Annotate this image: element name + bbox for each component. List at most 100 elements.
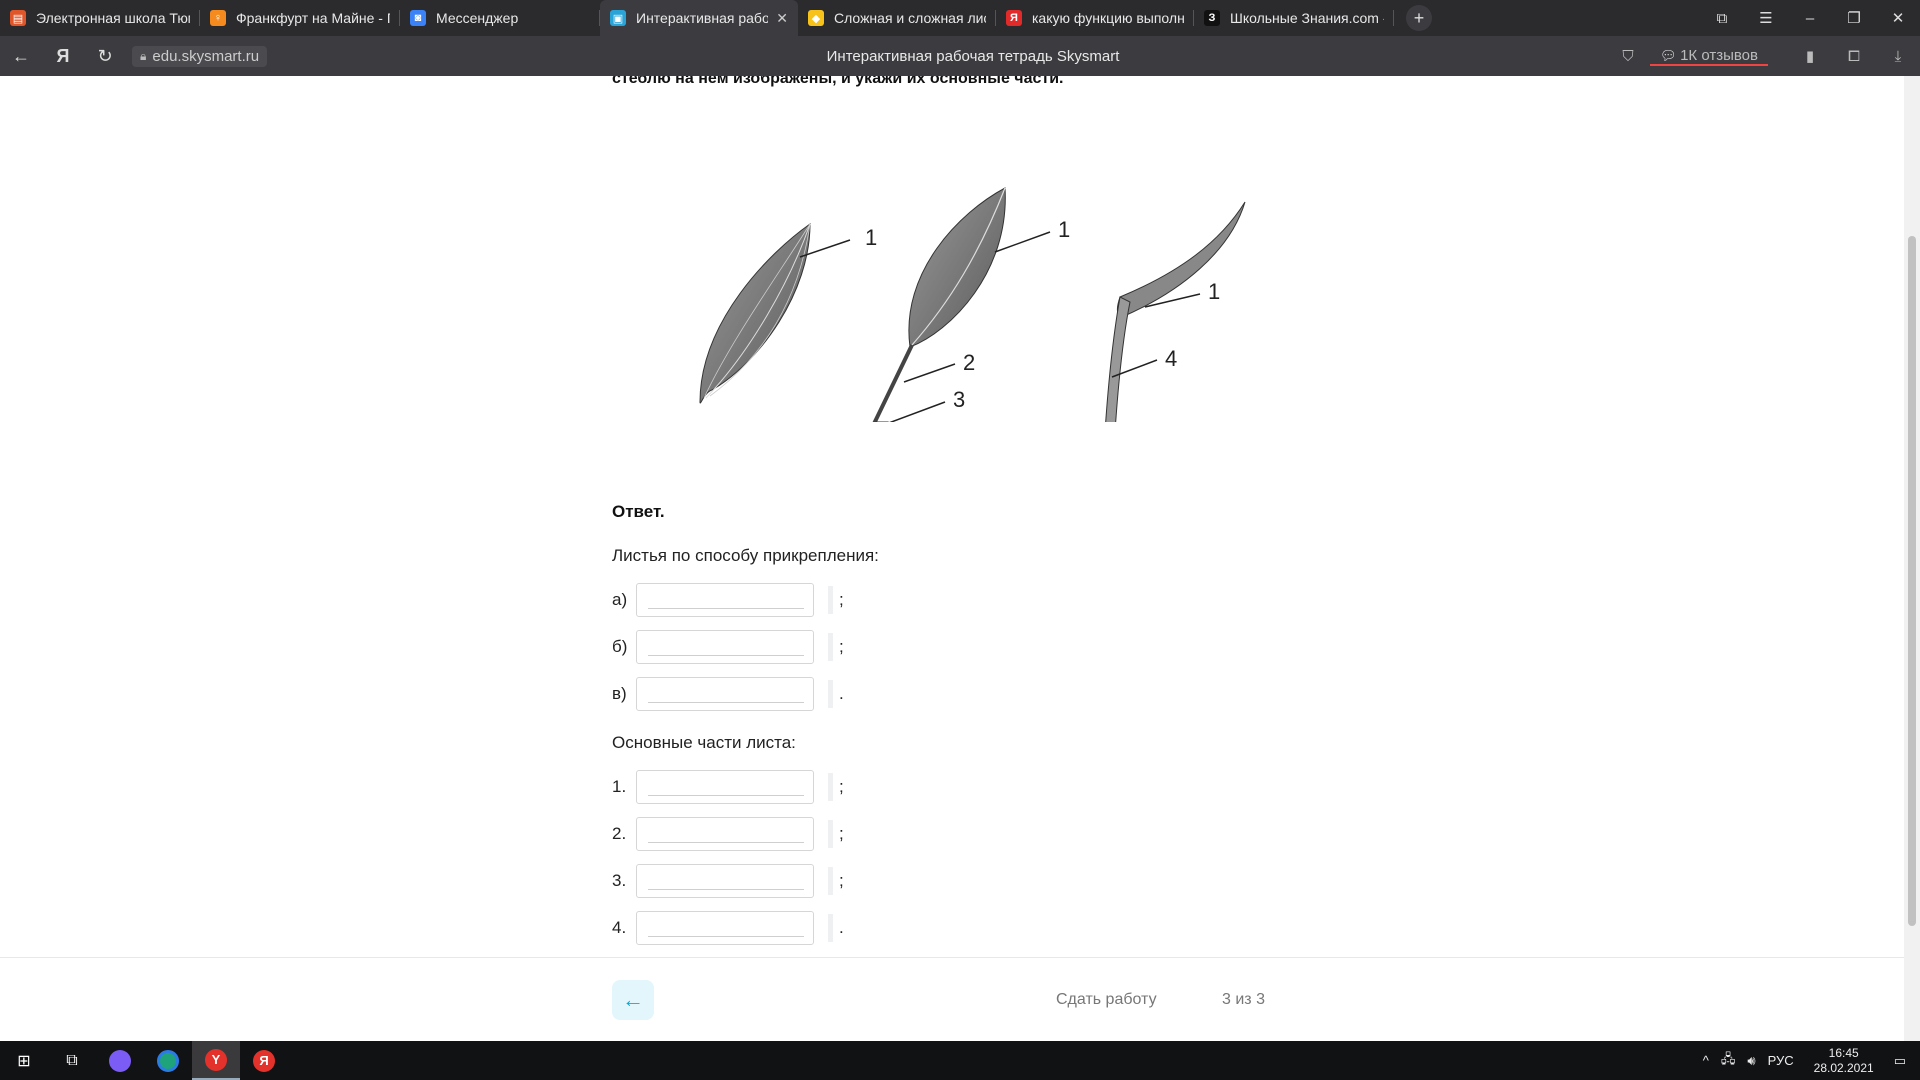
part-input-wrapper xyxy=(634,911,814,945)
task-view-icon[interactable]: ⧉ xyxy=(48,1041,96,1080)
os-taskbar: ⊞ ⧉ Y Я ^ 🖧︎ 🔊︎ РУС 16:45 28.02.2021 ▭ xyxy=(0,1041,1920,1080)
leaf-a: 1 а xyxy=(699,223,877,404)
attachment-input-wrapper xyxy=(634,677,814,711)
attachment-status-marker xyxy=(828,586,833,614)
close-window-icon[interactable]: ✕ xyxy=(1876,9,1920,27)
attachment-punctuation: ; xyxy=(839,590,844,609)
attachment-status-marker xyxy=(828,680,833,708)
back-arrow-icon[interactable]: ← xyxy=(0,46,42,67)
attachment-prefix: в) xyxy=(612,684,627,703)
yandex-browser-taskbar-icon[interactable]: Y xyxy=(192,1041,240,1080)
tab-favicon-icon: ♀ xyxy=(210,10,226,26)
minimize-icon[interactable]: – xyxy=(1788,10,1832,27)
edge-icon[interactable] xyxy=(144,1041,192,1080)
download-icon[interactable]: ⤓ xyxy=(1876,48,1920,65)
part-punctuation: . xyxy=(839,918,844,937)
attachment-input[interactable] xyxy=(636,583,814,617)
attachment-row: а); xyxy=(612,583,844,617)
part-input-wrapper xyxy=(634,817,814,851)
alice-icon[interactable] xyxy=(96,1041,144,1080)
scrollbar-thumb[interactable] xyxy=(1908,236,1916,926)
part-status-marker xyxy=(828,820,833,848)
part-input[interactable] xyxy=(636,864,814,898)
part-input[interactable] xyxy=(636,817,814,851)
tab-favicon-icon: ◙ xyxy=(410,10,426,26)
leaf-figure: 1 а 1 2 3 б 1 4 в xyxy=(699,187,1246,422)
attachment-prefix: а) xyxy=(612,590,628,609)
attachment-prefix: б) xyxy=(612,637,628,656)
part-input[interactable] xyxy=(636,770,814,804)
language-indicator[interactable]: РУС xyxy=(1768,1053,1794,1068)
part-status-marker xyxy=(828,773,833,801)
new-tab-button[interactable]: + xyxy=(1406,5,1432,31)
part-status-marker xyxy=(828,914,833,942)
attachment-row: б); xyxy=(612,630,844,664)
clock-time: 16:45 xyxy=(1828,1045,1859,1060)
tab-title: Франкфурт на Майне - Го xyxy=(236,10,390,26)
part-row: 3.; xyxy=(612,864,844,898)
protect-icon[interactable]: ⛉ xyxy=(1606,48,1650,65)
part-row: 4.. xyxy=(612,911,844,945)
browser-tab[interactable]: ♀ Франкфурт на Майне - Го xyxy=(200,0,400,36)
reviews-button[interactable]: 💬︎ 1К отзывов xyxy=(1649,46,1768,66)
tab-close-icon[interactable]: ✕ xyxy=(776,10,788,27)
part-punctuation: ; xyxy=(839,824,844,843)
browser-tab[interactable]: ▤ Электронная школа Тюм xyxy=(0,0,200,36)
attachment-heading: Листья по способу прикрепления: xyxy=(612,546,879,565)
browser-tab[interactable]: З Школьные Знания.com - xyxy=(1194,0,1394,36)
yandex-logo-icon[interactable]: Я xyxy=(42,46,84,67)
tab-title: Мессенджер xyxy=(436,10,519,26)
hamburger-menu-icon[interactable]: ☰ xyxy=(1744,9,1788,27)
tab-favicon-icon: З xyxy=(1204,10,1220,26)
windows-start-icon[interactable]: ⊞ xyxy=(0,1041,48,1080)
network-icon[interactable]: 🖧︎ xyxy=(1721,1050,1736,1072)
tab-title: Электронная школа Тюм xyxy=(36,10,190,26)
previous-task-button[interactable]: ← xyxy=(612,980,654,1020)
question-text: стеблю на нём изображены, и укажи их осн… xyxy=(612,76,1064,87)
volume-icon[interactable]: 🔊︎ xyxy=(1747,1053,1755,1069)
browser-tab[interactable]: ◆ Сложная и сложная лист xyxy=(798,0,996,36)
reviews-label: 1К отзывов xyxy=(1680,46,1758,64)
restore-icon[interactable]: ❐ xyxy=(1832,9,1876,27)
part-row: 2.; xyxy=(612,817,844,851)
notifications-icon[interactable]: ▭ xyxy=(1894,1053,1906,1069)
url-text: edu.skysmart.ru xyxy=(152,47,260,65)
tab-title: Интерактивная рабоч xyxy=(636,10,769,26)
reload-icon[interactable]: ↻ xyxy=(84,46,126,67)
tab-title: какую функцию выполня xyxy=(1032,10,1184,26)
address-bar: ← Я ↻ 🔒︎ edu.skysmart.ru Интерактивная р… xyxy=(0,36,1920,76)
tab-title: Школьные Знания.com - xyxy=(1230,10,1384,26)
callout-a-1: 1 xyxy=(865,225,877,250)
address-bar-actions: ⛉ 💬︎ 1К отзывов ▮ ⧠ ⤓ xyxy=(1606,36,1920,76)
browser-tab[interactable]: ◙ Мессенджер xyxy=(400,0,600,36)
attachment-input[interactable] xyxy=(636,630,814,664)
yandex-taskbar-icon[interactable]: Я xyxy=(240,1041,288,1080)
system-tray: ^ 🖧︎ 🔊︎ РУС 16:45 28.02.2021 ▭ xyxy=(1697,1041,1920,1080)
url-field[interactable]: 🔒︎ edu.skysmart.ru xyxy=(132,45,268,67)
part-input[interactable] xyxy=(636,911,814,945)
parts-heading: Основные части листа: xyxy=(612,733,796,752)
task-footer: ← Сдать работу 3 из 3 xyxy=(0,957,1904,1041)
tab-separator xyxy=(1393,10,1394,26)
part-prefix: 2. xyxy=(612,824,627,843)
browser-tab-bar: ▤ Электронная школа Тюм ♀ Франкфурт на Майн… xyxy=(0,0,1920,36)
bookmark-icon[interactable]: ▮ xyxy=(1788,47,1832,65)
part-prefix: 3. xyxy=(612,871,627,890)
attachment-row: в). xyxy=(612,677,844,711)
part-row: 1.; xyxy=(612,770,844,804)
callout-c-1: 1 xyxy=(1208,279,1220,304)
collections-icon[interactable]: ⧠ xyxy=(1832,48,1876,65)
clock[interactable]: 16:45 28.02.2021 xyxy=(1814,1046,1874,1076)
callout-b-1: 1 xyxy=(1058,217,1070,242)
submit-work-button[interactable]: Сдать работу xyxy=(1056,991,1157,1009)
clock-date: 28.02.2021 xyxy=(1813,1060,1874,1075)
tabs-menu-icon[interactable]: ⧉ xyxy=(1700,10,1744,27)
attachment-input[interactable] xyxy=(636,677,814,711)
browser-tab[interactable]: ▣ Интерактивная рабоч ✕ xyxy=(600,0,798,36)
part-input-wrapper xyxy=(634,770,814,804)
tray-chevron-icon[interactable]: ^ xyxy=(1703,1053,1709,1068)
part-punctuation: ; xyxy=(839,777,844,796)
page-scrollbar[interactable] xyxy=(1904,76,1920,1041)
attachment-status-marker xyxy=(828,633,833,661)
browser-tab[interactable]: Якакую функцию выполня xyxy=(996,0,1194,36)
